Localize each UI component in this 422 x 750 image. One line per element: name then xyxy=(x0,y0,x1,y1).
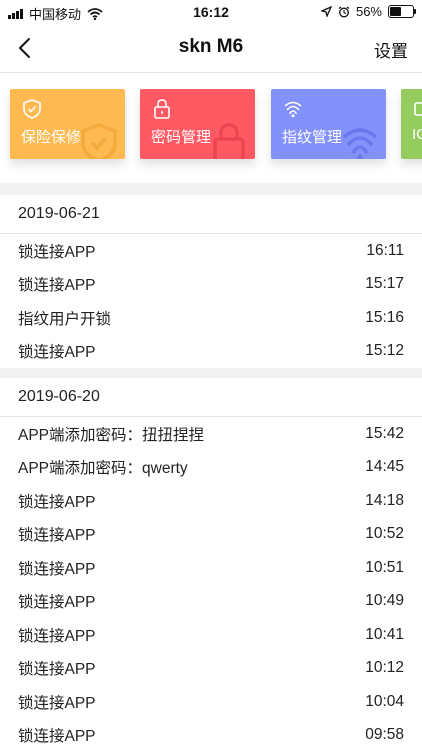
log-time: 15:12 xyxy=(365,342,404,360)
log-event: 锁连接APP xyxy=(18,627,96,645)
alarm-clock-icon xyxy=(338,5,350,17)
list-item[interactable]: 指纹用户开锁 15:16 xyxy=(0,301,422,335)
unlock-log: 2019-06-21 锁连接APP 16:11 锁连接APP 15:17 指纹用户开… xyxy=(0,195,422,750)
log-event: 锁连接APP xyxy=(18,560,96,578)
fingerprint-icon xyxy=(284,101,302,118)
log-time: 10:04 xyxy=(365,692,404,710)
log-time: 10:49 xyxy=(365,592,404,610)
battery-percent: 56% xyxy=(355,4,382,19)
log-event: 锁连接APP xyxy=(18,277,96,295)
log-event: APP端添加密码：扭扭捏捏 xyxy=(18,426,205,444)
shield-check-icon xyxy=(81,123,117,159)
list-item[interactable]: 锁连接APP 10:04 xyxy=(0,685,422,719)
log-time: 15:17 xyxy=(365,275,404,293)
nav-bar: skn M6 设置 xyxy=(0,24,422,73)
card-label: 密码管理 xyxy=(151,129,212,146)
lock-icon xyxy=(213,123,245,159)
shield-check-icon xyxy=(23,99,41,119)
day-group: 2019-06-20 APP端添加密码：扭扭捏捏 15:42 APP端添加密码：q… xyxy=(0,378,422,750)
log-time: 14:18 xyxy=(365,491,404,509)
location-arrow-icon xyxy=(320,6,332,17)
settings-button[interactable]: 设置 xyxy=(374,37,408,62)
log-time: 10:12 xyxy=(365,659,404,677)
date-header: 2019-06-20 xyxy=(0,378,422,417)
card-label: IC xyxy=(412,126,422,143)
list-item[interactable]: 锁连接APP 15:12 xyxy=(0,335,422,369)
list-item[interactable]: 锁连接APP 16:11 xyxy=(0,234,422,268)
log-time: 10:51 xyxy=(365,558,404,576)
log-event: 锁连接APP xyxy=(18,694,96,712)
battery-icon xyxy=(388,5,416,18)
list-item[interactable]: 锁连接APP 10:52 xyxy=(0,518,422,552)
list-item[interactable]: 锁连接APP 15:17 xyxy=(0,268,422,302)
log-event: 锁连接APP xyxy=(18,594,96,612)
list-item[interactable]: 锁连接APP 10:51 xyxy=(0,551,422,585)
day-group: 2019-06-21 锁连接APP 16:11 锁连接APP 15:17 指纹用户开… xyxy=(0,195,422,368)
log-event: 锁连接APP xyxy=(18,243,96,261)
card-ic-management[interactable]: IC xyxy=(401,89,422,159)
card-icon xyxy=(414,102,422,116)
log-event: 指纹用户开锁 xyxy=(18,310,112,328)
log-time: 14:45 xyxy=(365,458,404,476)
list-item[interactable]: APP端添加密码：扭扭捏捏 15:42 xyxy=(0,417,422,451)
log-event: 锁连接APP xyxy=(18,493,96,511)
feature-cards: 保险保修 密码管理 指纹管理 IC xyxy=(0,73,422,183)
log-time: 15:16 xyxy=(365,308,404,326)
lock-icon xyxy=(154,99,170,119)
card-password-management[interactable]: 密码管理 xyxy=(140,89,255,159)
card-label: 保险保修 xyxy=(21,129,82,146)
list-item[interactable]: 锁连接APP 10:41 xyxy=(0,618,422,652)
list-item[interactable]: 锁连接APP 10:49 xyxy=(0,585,422,619)
list-item[interactable]: 锁连接APP 14:18 xyxy=(0,484,422,518)
log-time: 10:52 xyxy=(365,525,404,543)
log-event: 锁连接APP xyxy=(18,527,96,545)
date-header: 2019-06-21 xyxy=(0,195,422,234)
list-item[interactable]: 锁连接APP 10:12 xyxy=(0,652,422,686)
card-insurance-warranty[interactable]: 保险保修 xyxy=(10,89,125,159)
page-title: skn M6 xyxy=(178,36,244,57)
card-fingerprint-management[interactable]: 指纹管理 xyxy=(271,89,386,159)
log-time: 16:11 xyxy=(366,241,404,259)
log-event: 锁连接APP xyxy=(18,728,96,746)
log-event: 锁连接APP xyxy=(18,661,96,679)
status-right: 56% xyxy=(320,4,416,19)
card-label: 指纹管理 xyxy=(282,129,343,146)
log-time: 15:42 xyxy=(365,424,404,442)
log-time: 09:58 xyxy=(365,726,404,744)
log-event: 锁连接APP xyxy=(18,344,96,362)
log-time: 10:41 xyxy=(365,625,404,643)
log-event: APP端添加密码：qwerty xyxy=(18,460,188,478)
battery-level-fill xyxy=(390,7,402,16)
fingerprint-icon xyxy=(342,128,378,159)
list-item[interactable]: APP端添加密码：qwerty 14:45 xyxy=(0,451,422,485)
list-item[interactable]: 锁连接APP 09:58 xyxy=(0,719,422,750)
status-bar: 中国移动 16:12 56% xyxy=(0,0,422,24)
